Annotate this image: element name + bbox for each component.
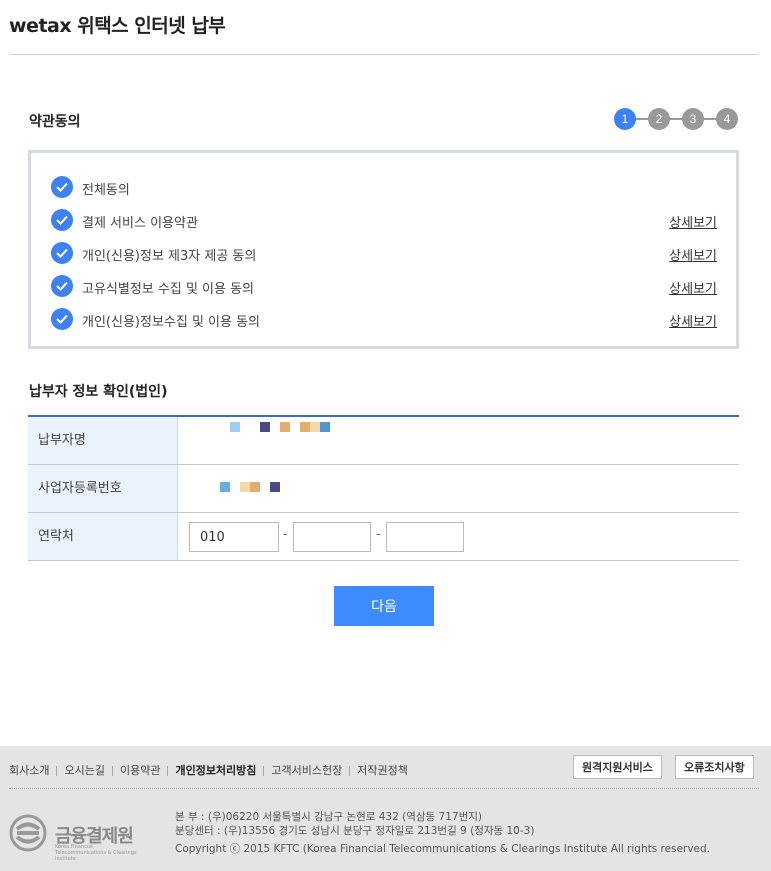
kftc-logo-icon	[9, 814, 47, 852]
check-icon[interactable]	[51, 209, 73, 231]
redacted-block	[280, 422, 290, 432]
row-label: 연락처	[28, 513, 178, 560]
redacted-block	[230, 422, 240, 432]
redacted-block	[310, 422, 320, 432]
error-fix-button[interactable]: 오류조치사항	[675, 755, 754, 779]
page-header: wetax 위택스 인터넷 납부	[0, 0, 771, 55]
table-row: 사업자등록번호	[28, 465, 739, 513]
row-label: 납부자명	[28, 417, 178, 464]
copyright-text: Copyright ⓒ 2015 KFTC (Korea Financial T…	[175, 843, 711, 855]
term-label[interactable]: 개인(신용)정보 제3자 제공 동의	[82, 245, 256, 264]
footer-link-copyright[interactable]: 저작권정책	[357, 764, 408, 777]
term-label[interactable]: 결제 서비스 이용약관	[82, 212, 198, 231]
check-icon[interactable]	[51, 308, 73, 330]
payer-name-value	[179, 417, 739, 464]
detail-link[interactable]: 상세보기	[669, 245, 717, 264]
divider	[56, 766, 58, 776]
redacted-block	[260, 422, 270, 432]
footer-link-directions[interactable]: 오시는길	[64, 764, 104, 777]
phone-field-1[interactable]	[189, 522, 279, 552]
next-button[interactable]: 다음	[334, 586, 434, 626]
row-label: 사업자등록번호	[28, 465, 178, 512]
address-main: 본 부 : (우)06220 서울특별시 강남구 논현로 432 (역삼동 71…	[175, 811, 482, 823]
divider	[111, 766, 113, 776]
redacted-block	[250, 482, 260, 492]
terms-section-title: 약관동의	[29, 114, 81, 130]
terms-agreement-box: 전체동의 결제 서비스 이용약관 상세보기 개인(신용)정보 제3자 제공 동의…	[28, 150, 739, 349]
divider	[263, 766, 265, 776]
detail-link[interactable]: 상세보기	[669, 212, 717, 231]
remote-support-button[interactable]: 원격지원서비스	[573, 755, 662, 779]
term-label[interactable]: 개인(신용)정보수집 및 이용 동의	[82, 311, 260, 330]
check-icon[interactable]	[51, 242, 73, 264]
check-icon[interactable]	[51, 176, 73, 198]
page-title: wetax 위택스 인터넷 납부	[9, 15, 226, 37]
term-row-third-party: 개인(신용)정보 제3자 제공 동의 상세보기	[51, 242, 717, 264]
term-row-personal-info: 개인(신용)정보수집 및 이용 동의 상세보기	[51, 308, 717, 330]
table-row: 연락처 - -	[28, 513, 739, 561]
detail-link[interactable]: 상세보기	[669, 278, 717, 297]
redacted-block	[320, 422, 330, 432]
redacted-block	[270, 482, 280, 492]
payer-section-title: 납부자 정보 확인(법인)	[29, 384, 168, 400]
term-row-payment-service: 결제 서비스 이용약관 상세보기	[51, 209, 717, 231]
logo-subtitle: Korea Financial Telecommunications & Cle…	[55, 844, 137, 862]
payer-info-table: 납부자명 사업자등록번호 연락처 - -	[28, 415, 739, 561]
phone-separator: -	[376, 527, 381, 542]
footer-link-about[interactable]: 회사소개	[9, 764, 49, 777]
step-connector-line	[624, 118, 728, 120]
footer: 회사소개 오시는길 이용약관 개인정보처리방침 고객서비스헌장 저작권정책 원격지원서비스…	[0, 746, 771, 871]
phone-value: - -	[179, 513, 739, 560]
business-number-value	[179, 465, 739, 512]
step-indicator: 1 2 3 4	[614, 107, 740, 131]
term-label[interactable]: 전체동의	[82, 179, 130, 198]
step-2: 2	[648, 108, 670, 130]
check-icon[interactable]	[51, 275, 73, 297]
term-label[interactable]: 고유식별정보 수집 및 이용 동의	[82, 278, 254, 297]
phone-field-3[interactable]	[386, 522, 464, 552]
term-row-all: 전체동의	[51, 176, 717, 198]
footer-divider	[9, 788, 759, 789]
phone-separator: -	[283, 527, 288, 542]
footer-link-terms[interactable]: 이용약관	[120, 764, 160, 777]
footer-links: 회사소개 오시는길 이용약관 개인정보처리방침 고객서비스헌장 저작권정책	[9, 762, 408, 778]
redacted-block	[240, 482, 250, 492]
redacted-block	[220, 482, 230, 492]
term-row-unique-id: 고유식별정보 수집 및 이용 동의 상세보기	[51, 275, 717, 297]
divider	[167, 766, 169, 776]
redacted-block	[300, 422, 310, 432]
phone-field-2[interactable]	[293, 522, 371, 552]
header-divider	[9, 54, 759, 55]
step-4: 4	[716, 108, 738, 130]
address-branch: 분당센터 : (우)13556 경기도 성남시 분당구 정자일로 213번길 9…	[175, 825, 535, 837]
footer-link-service-charter[interactable]: 고객서비스헌장	[271, 764, 342, 777]
detail-link[interactable]: 상세보기	[669, 311, 717, 330]
kftc-logo: 금융결제원 Korea Financial Telecommunications…	[9, 814, 139, 862]
step-3: 3	[682, 108, 704, 130]
footer-link-privacy[interactable]: 개인정보처리방침	[175, 764, 256, 777]
divider	[349, 766, 351, 776]
table-row: 납부자명	[28, 417, 739, 465]
step-1: 1	[614, 108, 636, 130]
